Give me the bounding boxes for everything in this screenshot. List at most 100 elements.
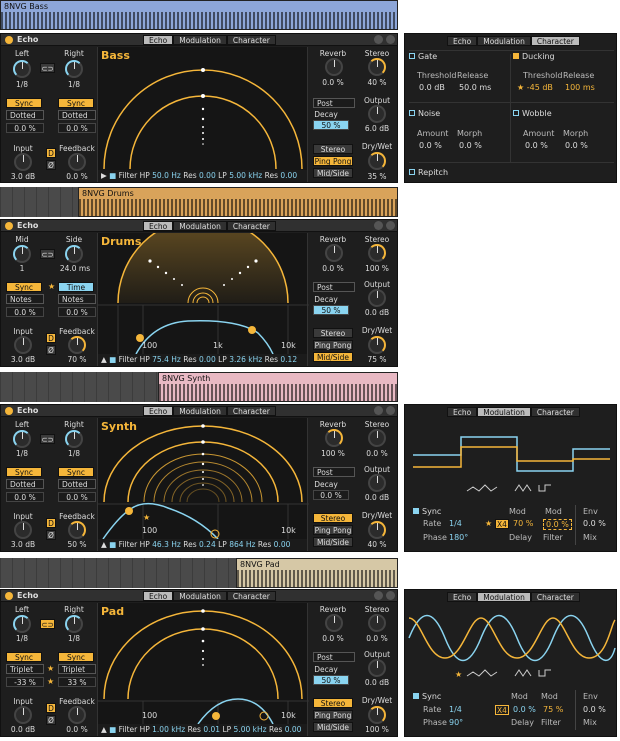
right-offset[interactable]: 33 % (58, 677, 96, 687)
left-sync-button[interactable]: Sync (6, 652, 42, 662)
synth-delay-scope[interactable]: Synth ★ 100 10k ▲ ■ Filter HP 46.3 Hz Re… (97, 418, 309, 551)
invert-button[interactable]: Ø (46, 345, 56, 355)
filter-bar[interactable]: ▲ ■ Filter HP 1.00 kHz Res 0.01 LP 5.00 … (98, 724, 307, 736)
hot-swap-icon[interactable] (374, 591, 383, 600)
ping-pong-button[interactable]: Ping Pong (313, 340, 353, 350)
right-time-knob[interactable] (65, 430, 83, 448)
stereo-knob[interactable] (368, 429, 386, 447)
settings-icon[interactable] (386, 221, 395, 230)
reverb-position-select[interactable]: Post (313, 652, 355, 662)
settings-icon[interactable] (386, 406, 395, 415)
power-icon[interactable] (5, 36, 13, 44)
feedback-knob[interactable] (68, 706, 86, 724)
right-mode-select[interactable]: Dotted (58, 110, 96, 120)
tab-echo[interactable]: Echo (143, 221, 174, 231)
right-mode-select[interactable]: Dotted (58, 479, 96, 489)
tab-modulation[interactable]: Modulation (173, 406, 227, 416)
filter-mod-value[interactable]: 75 % (543, 705, 563, 714)
output-knob[interactable] (368, 659, 386, 677)
tab-character[interactable]: Character (226, 35, 276, 45)
filter-bar[interactable]: ▶ ■ Filter HP 50.0 Hz Res 0.00 LP 5.00 k… (98, 170, 307, 182)
right-time-knob[interactable] (65, 60, 83, 78)
decay-value[interactable]: 50 % (313, 305, 349, 315)
tab-modulation[interactable]: Modulation (477, 407, 531, 417)
bass-clip[interactable]: 8NVG Bass (0, 0, 398, 30)
reverb-knob[interactable] (325, 614, 343, 632)
tab-modulation[interactable]: Modulation (173, 35, 227, 45)
tab-echo[interactable]: Echo (143, 406, 174, 416)
settings-icon[interactable] (386, 591, 395, 600)
power-icon[interactable] (5, 407, 13, 415)
right-time-button[interactable]: Time (58, 282, 94, 292)
synth-clip-strip[interactable]: 8NVG Synth (0, 372, 398, 402)
tab-character[interactable]: Character (530, 36, 580, 46)
tab-echo[interactable]: Echo (143, 591, 174, 601)
left-mode-select[interactable]: Notes (6, 294, 44, 304)
link-icon[interactable]: ⊂⊃ (40, 434, 55, 444)
rate-value[interactable]: 1/4 (449, 705, 462, 714)
mid-side-button[interactable]: Mid/Side (313, 168, 353, 178)
ping-pong-button[interactable]: Ping Pong (313, 525, 353, 535)
left-offset[interactable]: 0.0 % (6, 123, 44, 133)
left-sync-button[interactable]: Sync (6, 282, 42, 292)
output-knob[interactable] (368, 474, 386, 492)
reverb-knob[interactable] (325, 429, 343, 447)
reverb-position-select[interactable]: Post (313, 282, 355, 292)
noise-toggle[interactable]: Noise (409, 109, 440, 118)
drums-delay-scope[interactable]: Drums 100 1k 10k ▲ ■ Filter HP 75.4 Hz R… (97, 233, 309, 366)
dry-button[interactable]: D (46, 703, 56, 713)
invert-button[interactable]: Ø (46, 715, 56, 725)
right-offset[interactable]: 0.0 % (58, 307, 96, 317)
tab-modulation[interactable]: Modulation (173, 221, 227, 231)
settings-icon[interactable] (386, 35, 395, 44)
tab-modulation[interactable]: Modulation (173, 591, 227, 601)
decay-value[interactable]: 50 % (313, 120, 349, 130)
decay-value[interactable]: 0.0 % (313, 490, 349, 500)
link-icon[interactable]: ⊂⊃ (40, 619, 55, 629)
left-sync-button[interactable]: Sync (6, 467, 42, 477)
invert-button[interactable]: Ø (46, 160, 56, 170)
decay-value[interactable]: 50 % (313, 675, 349, 685)
tab-character[interactable]: Character (226, 591, 276, 601)
delay-mod-value[interactable]: 0.0 % (513, 705, 536, 714)
tab-echo[interactable]: Echo (447, 407, 478, 417)
mid-side-button[interactable]: Mid/Side (313, 722, 353, 732)
tab-modulation[interactable]: Modulation (477, 36, 531, 46)
pad-delay-scope[interactable]: Pad 100 10k ▲ ■ Filter HP 1.00 kHz Res 0… (97, 603, 309, 736)
input-knob[interactable] (14, 153, 32, 171)
left-time-knob[interactable] (13, 60, 31, 78)
input-knob[interactable] (14, 706, 32, 724)
tab-echo[interactable]: Echo (447, 36, 478, 46)
side-time-knob[interactable] (65, 245, 83, 263)
link-icon[interactable]: ⊂⊃ (40, 249, 55, 259)
drums-clip-strip[interactable]: 8NVG Drums (0, 187, 398, 217)
ping-pong-button[interactable]: Ping Pong (313, 710, 353, 720)
noise-amount-value[interactable]: 0.0 % (419, 141, 442, 150)
left-mode-select[interactable]: Triplet (6, 664, 44, 674)
stereo-mode-button[interactable]: Stereo (313, 328, 353, 338)
input-knob[interactable] (14, 521, 32, 539)
ducking-threshold-value[interactable]: ★ -45 dB (517, 83, 553, 92)
rate-value[interactable]: 1/4 (449, 519, 462, 528)
stereo-knob[interactable] (368, 244, 386, 262)
x4-button[interactable]: X4 (495, 705, 509, 715)
drywet-knob[interactable] (368, 152, 386, 170)
env-value[interactable]: 0.0 % (583, 519, 606, 528)
reverb-knob[interactable] (325, 244, 343, 262)
mid-side-button[interactable]: Mid/Side (313, 352, 353, 362)
phase-value[interactable]: 90° (449, 718, 463, 727)
tab-character[interactable]: Character (226, 406, 276, 416)
gate-release-value[interactable]: 50.0 ms (459, 83, 491, 92)
pad-clip[interactable]: 8NVG Pad (236, 558, 398, 588)
left-time-knob[interactable] (13, 430, 31, 448)
hot-swap-icon[interactable] (374, 221, 383, 230)
output-knob[interactable] (368, 105, 386, 123)
power-icon[interactable] (5, 592, 13, 600)
mod-sync-toggle[interactable]: Sync (413, 692, 441, 701)
right-mode-select[interactable]: Notes (58, 294, 96, 304)
link-icon[interactable]: ⊂⊃ (40, 63, 55, 73)
left-mode-select[interactable]: Dotted (6, 110, 44, 120)
drywet-knob[interactable] (368, 521, 386, 539)
synth-clip[interactable]: 8NVG Synth (158, 372, 398, 402)
filter-mod-value[interactable]: 0.0 % (543, 519, 572, 530)
